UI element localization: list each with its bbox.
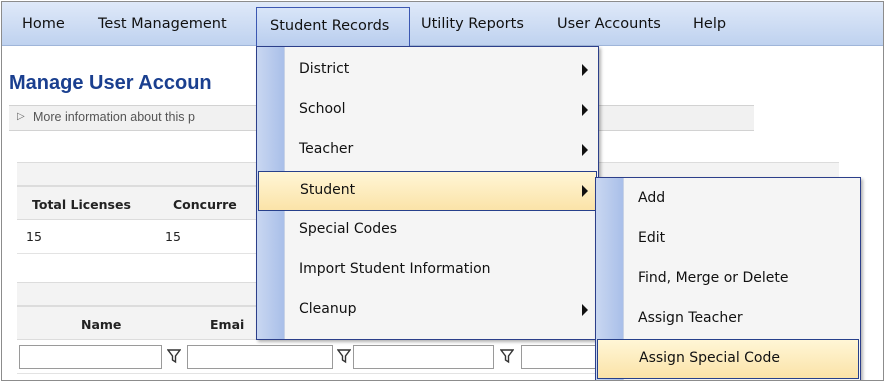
filter-icon[interactable] bbox=[167, 348, 181, 364]
menu-item-label: Teacher bbox=[299, 141, 354, 157]
menu-item-student[interactable]: Student bbox=[258, 171, 597, 211]
menu-item-school[interactable]: School bbox=[257, 91, 598, 131]
menu-item-label: School bbox=[299, 101, 346, 117]
column-total-licenses[interactable]: Total Licenses bbox=[32, 197, 131, 212]
filter-icon[interactable] bbox=[337, 348, 351, 364]
nav-help[interactable]: Help bbox=[693, 2, 726, 46]
submenu-arrow-icon bbox=[582, 304, 588, 316]
filter-input[interactable] bbox=[353, 345, 494, 369]
expand-triangle-icon[interactable]: ▷ bbox=[17, 111, 25, 122]
column-email[interactable]: Emai bbox=[210, 317, 244, 332]
nav-user-accounts[interactable]: User Accounts bbox=[557, 2, 661, 46]
cell-total-licenses: 15 bbox=[26, 229, 42, 244]
menu-item-label: Assign Teacher bbox=[638, 310, 743, 326]
menu-item-assign-teacher[interactable]: Assign Teacher bbox=[596, 300, 860, 340]
email-filter-input[interactable] bbox=[187, 345, 333, 369]
menu-item-assign-special-code[interactable]: Assign Special Code bbox=[597, 339, 859, 379]
column-concurrent[interactable]: Concurre bbox=[173, 197, 237, 212]
menu-item-district[interactable]: District bbox=[257, 51, 598, 91]
menu-item-add[interactable]: Add bbox=[596, 180, 860, 220]
nav-test-management[interactable]: Test Management bbox=[98, 2, 227, 46]
filter-input[interactable] bbox=[521, 345, 601, 369]
menu-item-label: Add bbox=[638, 190, 666, 206]
menu-item-label: Import Student Information bbox=[299, 261, 491, 277]
nav-home[interactable]: Home bbox=[22, 2, 65, 46]
column-name[interactable]: Name bbox=[81, 317, 121, 332]
filter-icon[interactable] bbox=[500, 348, 514, 364]
submenu-arrow-icon bbox=[582, 185, 588, 197]
submenu-arrow-icon bbox=[582, 64, 588, 76]
name-filter-input[interactable] bbox=[19, 345, 162, 369]
menu-item-label: Assign Special Code bbox=[639, 350, 780, 366]
menu-item-find-merge-delete[interactable]: Find, Merge or Delete bbox=[596, 260, 860, 300]
menu-item-special-codes[interactable]: Special Codes bbox=[257, 211, 598, 251]
menu-item-label: Special Codes bbox=[299, 221, 398, 237]
nav-student-records[interactable]: Student Records bbox=[256, 7, 410, 46]
submenu-arrow-icon bbox=[582, 104, 588, 116]
menu-item-import-student-information[interactable]: Import Student Information bbox=[257, 251, 598, 291]
menu-item-teacher[interactable]: Teacher bbox=[257, 131, 598, 171]
menu-item-label: Student bbox=[300, 182, 356, 198]
student-submenu: Add Edit Find, Merge or Delete Assign Te… bbox=[595, 177, 861, 380]
cell-concurrent: 15 bbox=[165, 229, 181, 244]
info-text[interactable]: More information about this p bbox=[33, 110, 195, 124]
menu-item-label: Find, Merge or Delete bbox=[638, 270, 789, 286]
student-records-menu: District School Teacher Student Special … bbox=[256, 46, 599, 340]
menu-item-label: District bbox=[299, 61, 350, 77]
menu-item-label: Cleanup bbox=[299, 301, 357, 317]
menu-item-cleanup[interactable]: Cleanup bbox=[257, 291, 598, 331]
submenu-arrow-icon bbox=[582, 144, 588, 156]
app-window: Home Test Management Student Records Uti… bbox=[1, 1, 884, 381]
page-title: Manage User Accoun bbox=[9, 72, 212, 94]
menu-item-label: Edit bbox=[638, 230, 666, 246]
top-nav: Home Test Management Student Records Uti… bbox=[2, 2, 883, 46]
menu-item-edit[interactable]: Edit bbox=[596, 220, 860, 260]
nav-utility-reports[interactable]: Utility Reports bbox=[421, 2, 524, 46]
